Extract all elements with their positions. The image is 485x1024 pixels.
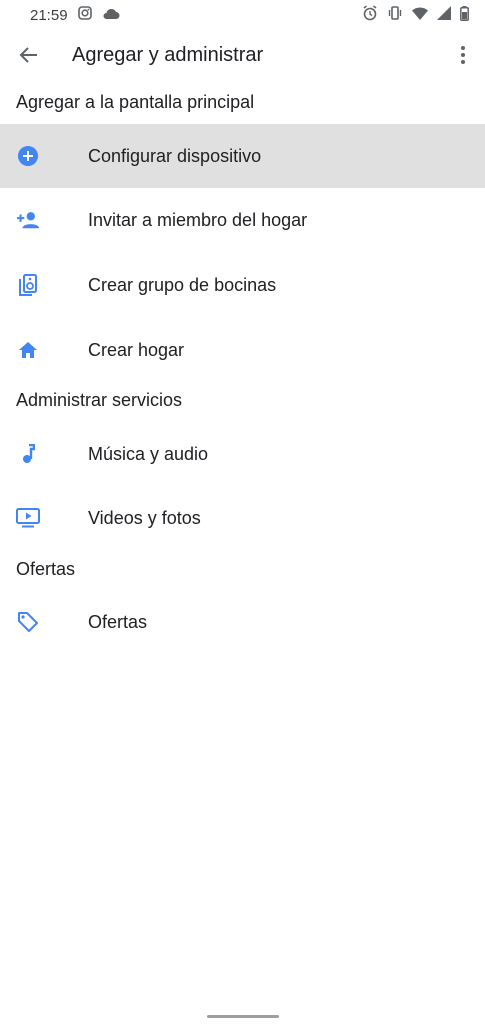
status-time: 21:59 — [30, 6, 68, 24]
gesture-nav-handle[interactable] — [207, 1015, 279, 1018]
home-icon — [16, 338, 40, 362]
person-add-icon — [16, 208, 40, 232]
tag-icon — [16, 610, 40, 634]
configure-device-label: Configurar dispositivo — [88, 145, 262, 166]
back-button[interactable] — [14, 42, 44, 72]
music-note-icon — [16, 442, 40, 466]
add-circle-icon — [16, 144, 40, 168]
status-bar: 21:59 — [0, 0, 485, 30]
instagram-icon — [77, 6, 92, 24]
section-header-add: Agregar a la pantalla principal — [16, 92, 255, 112]
video-icon — [16, 506, 40, 530]
more-vert-icon — [460, 45, 466, 70]
create-speaker-group-item[interactable]: Crear grupo de bocinas — [0, 253, 485, 317]
page-title: Agregar y administrar — [72, 44, 264, 66]
alarm-icon — [362, 5, 378, 25]
wifi-icon — [412, 6, 428, 24]
speaker-group-icon — [16, 273, 40, 297]
section-header-services: Administrar servicios — [16, 390, 183, 410]
offers-item[interactable]: Ofertas — [0, 590, 485, 654]
section-header-offers: Ofertas — [16, 559, 76, 579]
invite-member-item[interactable]: Invitar a miembro del hogar — [0, 188, 485, 252]
more-options-button[interactable] — [451, 42, 475, 72]
create-home-label: Crear hogar — [88, 339, 185, 360]
offers-label: Ofertas — [88, 611, 148, 632]
battery-icon — [460, 5, 469, 25]
configure-device-item[interactable]: Configurar dispositivo — [0, 124, 485, 188]
music-audio-item[interactable]: Música y audio — [0, 422, 485, 486]
create-home-item[interactable]: Crear hogar — [0, 318, 485, 382]
videos-photos-item[interactable]: Videos y fotos — [0, 486, 485, 550]
app-bar: Agregar y administrar — [0, 30, 485, 84]
signal-icon — [437, 6, 451, 24]
arrow-back-icon — [19, 45, 39, 70]
vibrate-icon — [387, 6, 403, 24]
videos-photos-label: Videos y fotos — [88, 507, 201, 528]
cloud-icon — [102, 7, 120, 24]
invite-member-label: Invitar a miembro del hogar — [88, 209, 308, 230]
music-audio-label: Música y audio — [88, 443, 209, 464]
create-speaker-group-label: Crear grupo de bocinas — [88, 274, 277, 295]
